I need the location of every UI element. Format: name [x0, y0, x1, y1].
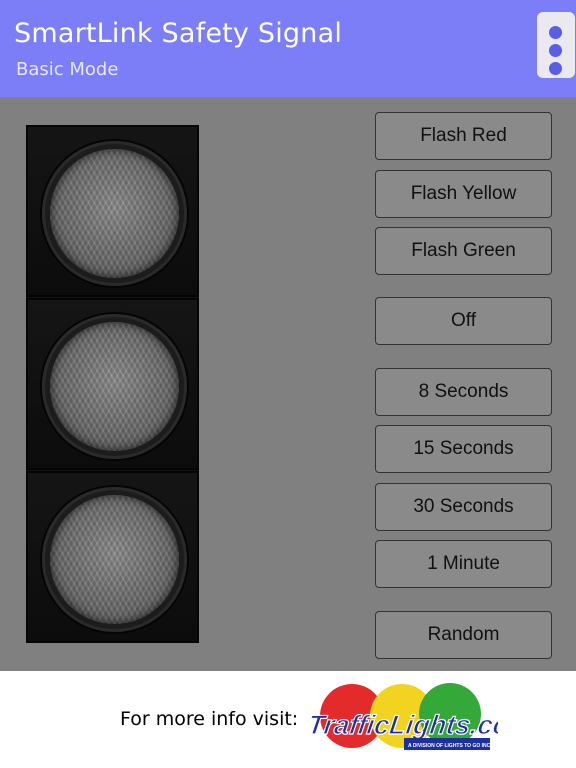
green-lamp — [50, 495, 179, 624]
8-seconds-button[interactable]: 8 Seconds — [375, 368, 552, 416]
logo-tagline: A DIVISION OF LIGHTS TO GO INC. — [408, 743, 492, 749]
more-vertical-icon — [549, 26, 562, 39]
yellow-lamp — [50, 322, 179, 451]
flash-red-button[interactable]: Flash Red — [375, 112, 552, 160]
traffic-signal — [26, 125, 199, 643]
lens-ring — [42, 141, 187, 286]
logo-wordmark: TrafficLights.com — [310, 709, 498, 740]
more-vertical-icon-dot — [549, 62, 562, 75]
30-seconds-button[interactable]: 30 Seconds — [375, 483, 552, 531]
flash-yellow-button[interactable]: Flash Yellow — [375, 170, 552, 218]
overflow-menu-button[interactable] — [537, 12, 575, 78]
15-seconds-button[interactable]: 15 Seconds — [375, 425, 552, 473]
flash-green-button[interactable]: Flash Green — [375, 227, 552, 275]
off-button[interactable]: Off — [375, 297, 552, 345]
app-title: SmartLink Safety Signal — [14, 18, 343, 49]
lens-ring — [42, 487, 187, 632]
app-bar: SmartLink Safety Signal Basic Mode — [0, 0, 576, 97]
signal-section-bottom — [26, 471, 199, 643]
app-subtitle: Basic Mode — [16, 59, 119, 80]
1-minute-button[interactable]: 1 Minute — [375, 540, 552, 588]
footer-text: For more info visit: — [120, 708, 299, 730]
red-lamp — [50, 149, 179, 278]
random-button[interactable]: Random — [375, 611, 552, 659]
lens-ring — [42, 314, 187, 459]
trafficlights-logo[interactable]: TrafficLights.com A DIVISION OF LIGHTS T… — [310, 682, 498, 758]
signal-section-top — [26, 125, 199, 297]
more-vertical-icon-dot — [549, 44, 562, 57]
signal-section-middle — [26, 298, 199, 470]
